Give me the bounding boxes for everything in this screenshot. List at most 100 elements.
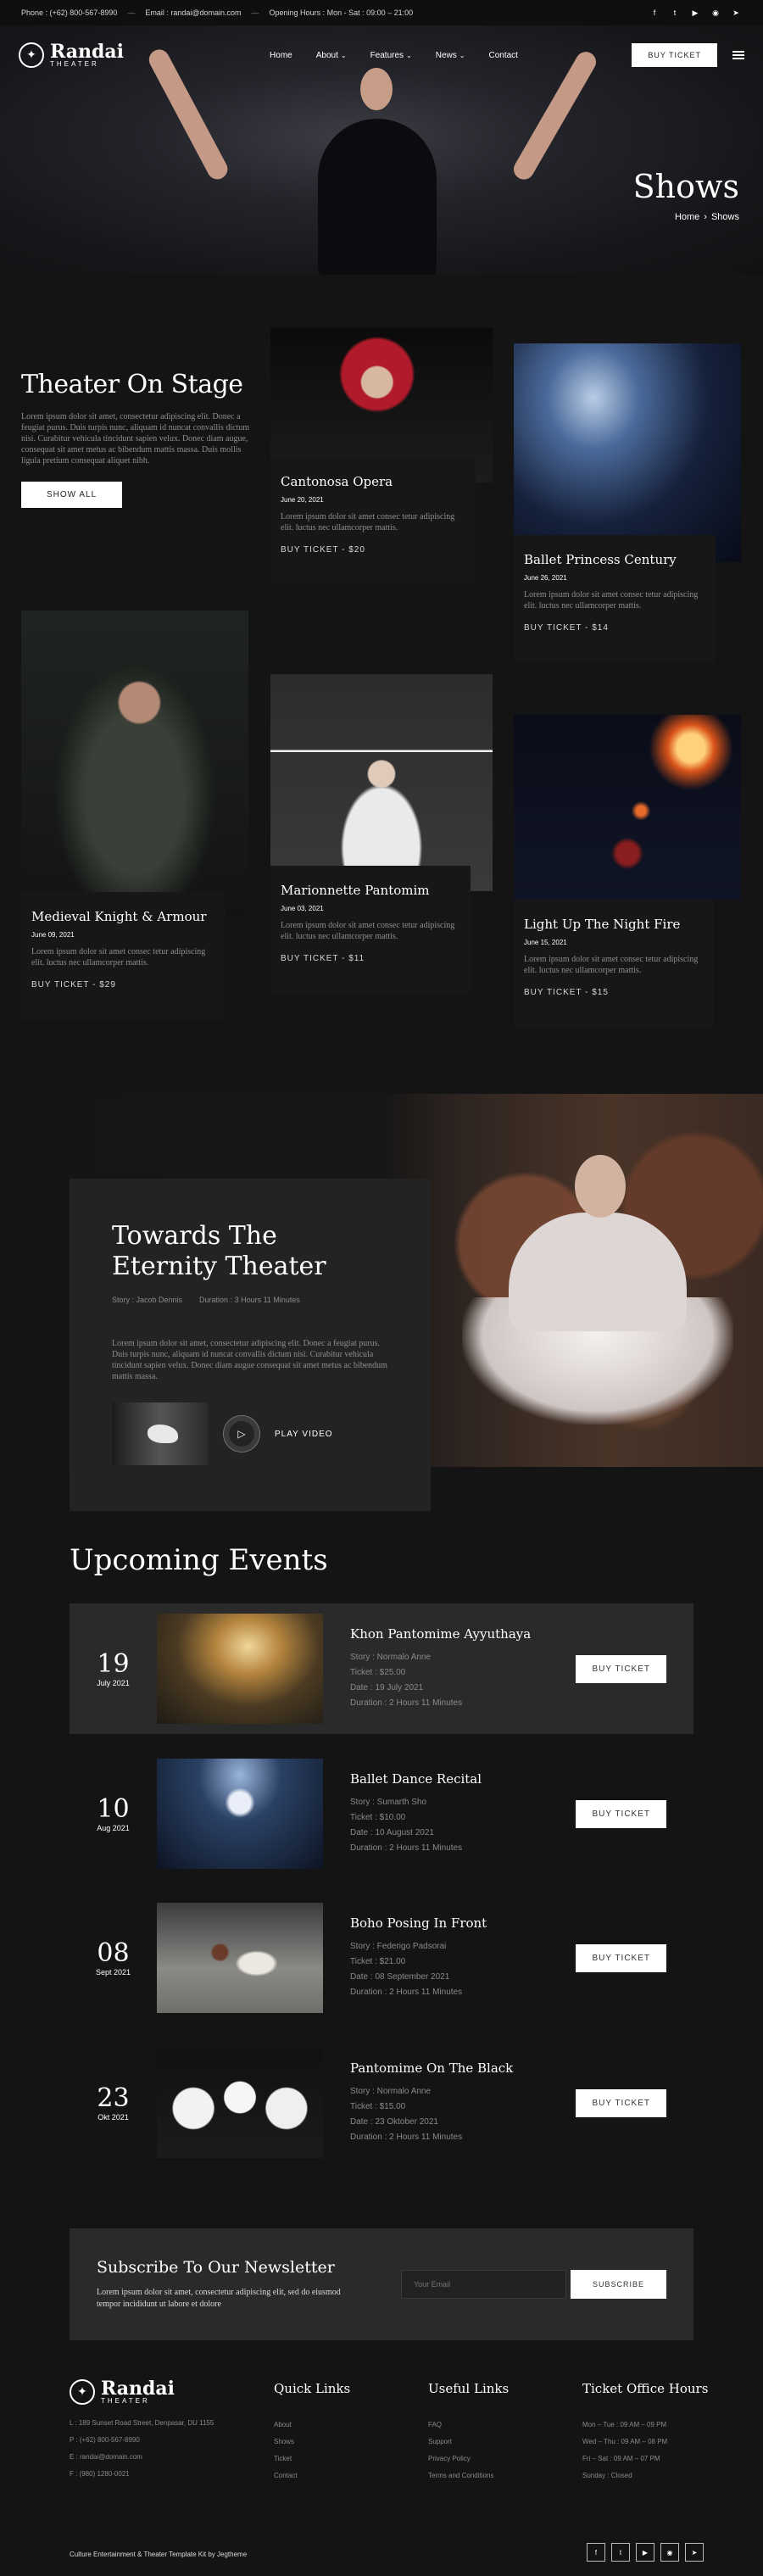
footer-link-faq[interactable]: FAQ <box>428 2417 509 2434</box>
show-description: Lorem ipsum dolor sit amet consec tetur … <box>31 947 206 967</box>
show-image[interactable] <box>270 674 493 891</box>
youtube-icon[interactable]: ▶ <box>689 7 701 19</box>
site-logo[interactable]: ✦ Randai THEATER <box>19 42 124 68</box>
video-thumbnail[interactable] <box>112 1402 209 1465</box>
play-video-label[interactable]: PLAY VIDEO <box>275 1430 333 1439</box>
event-ticket-price: Ticket : $21.00 <box>350 1957 406 1966</box>
event-image[interactable] <box>157 1759 323 1869</box>
newsletter-email-input[interactable] <box>400 2270 566 2299</box>
nav-label: About <box>315 50 338 60</box>
show-buy-ticket-link[interactable]: BUY TICKET - $20 <box>281 545 465 555</box>
top-bar-info: Phone : (+62) 800-567-8990 — Email : ran… <box>21 8 413 17</box>
show-title[interactable]: Cantonosa Opera <box>281 474 465 489</box>
twitter-icon[interactable]: t <box>611 2543 630 2562</box>
show-buy-ticket-link[interactable]: BUY TICKET - $15 <box>524 988 704 997</box>
show-buy-ticket-link[interactable]: BUY TICKET - $14 <box>524 623 705 633</box>
event-day: 23 <box>97 2083 130 2113</box>
play-icon[interactable]: ▷ <box>224 1416 259 1452</box>
footer-link-contact[interactable]: Contact <box>274 2467 350 2484</box>
event-buy-ticket-button[interactable]: BUY TICKET <box>576 2088 666 2117</box>
show-title[interactable]: Medieval Knight & Armour <box>31 909 214 924</box>
event-buy-ticket-button[interactable]: BUY TICKET <box>576 1943 666 1972</box>
nav-item-contact[interactable]: Contact <box>488 51 517 60</box>
event-month: Aug 2021 <box>97 1824 130 1832</box>
event-ticket-price: Ticket : $25.00 <box>350 1668 406 1677</box>
facebook-icon[interactable]: f <box>587 2543 605 2562</box>
office-hours-row: Mon – Tue : 09 AM – 09 PM <box>582 2421 667 2428</box>
show-image[interactable] <box>514 343 741 562</box>
menu-hamburger-icon[interactable] <box>732 51 744 59</box>
breadcrumb-separator-icon: › <box>704 212 707 222</box>
nav-label: Features <box>370 50 404 60</box>
breadcrumb-home[interactable]: Home <box>675 212 699 222</box>
footer-office-hours: Ticket Office Hours Mon – Tue : 09 AM – … <box>582 2381 708 2484</box>
event-buy-ticket-button[interactable]: BUY TICKET <box>576 1654 666 1683</box>
nav-item-news[interactable]: News ⌄ <box>436 51 465 60</box>
nav-item-about[interactable]: About ⌄ <box>316 51 347 60</box>
event-title[interactable]: Khon Pantomime Ayyuthaya <box>350 1626 562 1642</box>
footer-link-support[interactable]: Support <box>428 2434 509 2451</box>
event-day: 08 <box>97 1938 130 1968</box>
nav-buy-ticket-button[interactable]: BUY TICKET <box>632 43 717 67</box>
footer-link-about[interactable]: About <box>274 2417 350 2434</box>
show-image[interactable] <box>21 611 248 917</box>
show-buy-ticket-link[interactable]: BUY TICKET - $29 <box>31 980 214 990</box>
footer-social-links: f t ▶ ◉ ➤ <box>587 2543 704 2562</box>
nav-item-features[interactable]: Features ⌄ <box>370 51 412 60</box>
show-all-button[interactable]: SHOW ALL <box>21 482 123 508</box>
video-row: ▷ PLAY VIDEO <box>112 1402 388 1465</box>
show-description: Lorem ipsum dolor sit amet consec tetur … <box>281 512 455 532</box>
event-title[interactable]: Ballet Dance Recital <box>350 1771 562 1787</box>
footer-email[interactable]: E : randai@domain.com <box>70 2449 214 2466</box>
telegram-icon[interactable]: ➤ <box>730 7 742 19</box>
show-card: Marionnette Pantomim June 03, 2021 Lorem… <box>270 674 493 1022</box>
facebook-icon[interactable]: f <box>649 7 660 19</box>
featured-image-ballerina-body <box>509 1213 687 1331</box>
event-title[interactable]: Boho Posing In Front <box>350 1915 562 1931</box>
top-email[interactable]: Email : randai@domain.com <box>145 8 241 17</box>
youtube-icon[interactable]: ▶ <box>636 2543 654 2562</box>
event-duration: Duration : 2 Hours 11 Minutes <box>350 2133 463 2142</box>
event-story: Story : Sumarth Sho <box>350 1798 427 1807</box>
nav-label: Contact <box>488 50 518 60</box>
newsletter-title: Subscribe To Our Newsletter <box>97 2258 335 2277</box>
subscribe-button[interactable]: SUBSCRIBE <box>570 2270 666 2299</box>
show-title[interactable]: Ballet Princess Century <box>524 552 705 567</box>
footer-link-shows[interactable]: Shows <box>274 2434 350 2451</box>
event-ticket-price: Ticket : $15.00 <box>350 2102 406 2111</box>
show-date: June 03, 2021 <box>281 905 324 912</box>
show-card: Light Up The Night Fire June 15, 2021 Lo… <box>514 715 741 1027</box>
whatsapp-icon[interactable]: ◉ <box>710 7 721 19</box>
show-title[interactable]: Marionnette Pantomim <box>281 883 460 898</box>
show-buy-ticket-link[interactable]: BUY TICKET - $11 <box>281 954 460 963</box>
footer-link-privacy[interactable]: Privacy Policy <box>428 2451 509 2467</box>
show-image[interactable] <box>514 715 741 900</box>
event-info: Pantomime On The Black Story : Normalo A… <box>350 2060 562 2145</box>
page-title: Shows <box>632 168 739 205</box>
telegram-icon[interactable]: ➤ <box>685 2543 704 2562</box>
footer-address: L : 189 Sunset Road Street, Denpasar, DU… <box>70 2419 214 2427</box>
footer-link-terms[interactable]: Terms and Conditions <box>428 2467 509 2484</box>
event-buy-ticket-button[interactable]: BUY TICKET <box>576 1799 666 1828</box>
event-image[interactable] <box>157 2048 323 2158</box>
show-description: Lorem ipsum dolor sit amet consec tetur … <box>524 955 699 975</box>
show-date: June 09, 2021 <box>31 931 75 939</box>
show-title[interactable]: Light Up The Night Fire <box>524 917 704 932</box>
footer-logo[interactable]: ✦ Randai THEATER <box>70 2379 175 2405</box>
footer-link-ticket[interactable]: Ticket <box>274 2451 350 2467</box>
featured-duration: Duration : 3 Hours 11 Minutes <box>199 1296 300 1304</box>
event-title[interactable]: Pantomime On The Black <box>350 2060 562 2076</box>
footer-contact: L : 189 Sunset Road Street, Denpasar, DU… <box>70 2415 214 2483</box>
footer-fax: F : (980) 1280-0021 <box>70 2470 130 2478</box>
logo-subtitle: THEATER <box>50 60 99 68</box>
top-hours: Opening Hours : Mon - Sat : 09:00 – 21:0… <box>269 8 414 17</box>
nav-item-home[interactable]: Home <box>270 51 292 60</box>
event-row: 19 July 2021 Khon Pantomime Ayyuthaya St… <box>70 1603 693 1734</box>
event-ticket-price: Ticket : $10.00 <box>350 1813 406 1822</box>
whatsapp-icon[interactable]: ◉ <box>660 2543 679 2562</box>
event-image[interactable] <box>157 1614 323 1724</box>
twitter-icon[interactable]: t <box>669 7 681 19</box>
event-row: 10 Aug 2021 Ballet Dance Recital Story :… <box>70 1748 693 1879</box>
event-image[interactable] <box>157 1903 323 2013</box>
featured-text: Lorem ipsum dolor sit amet, consectetur … <box>112 1339 387 1381</box>
